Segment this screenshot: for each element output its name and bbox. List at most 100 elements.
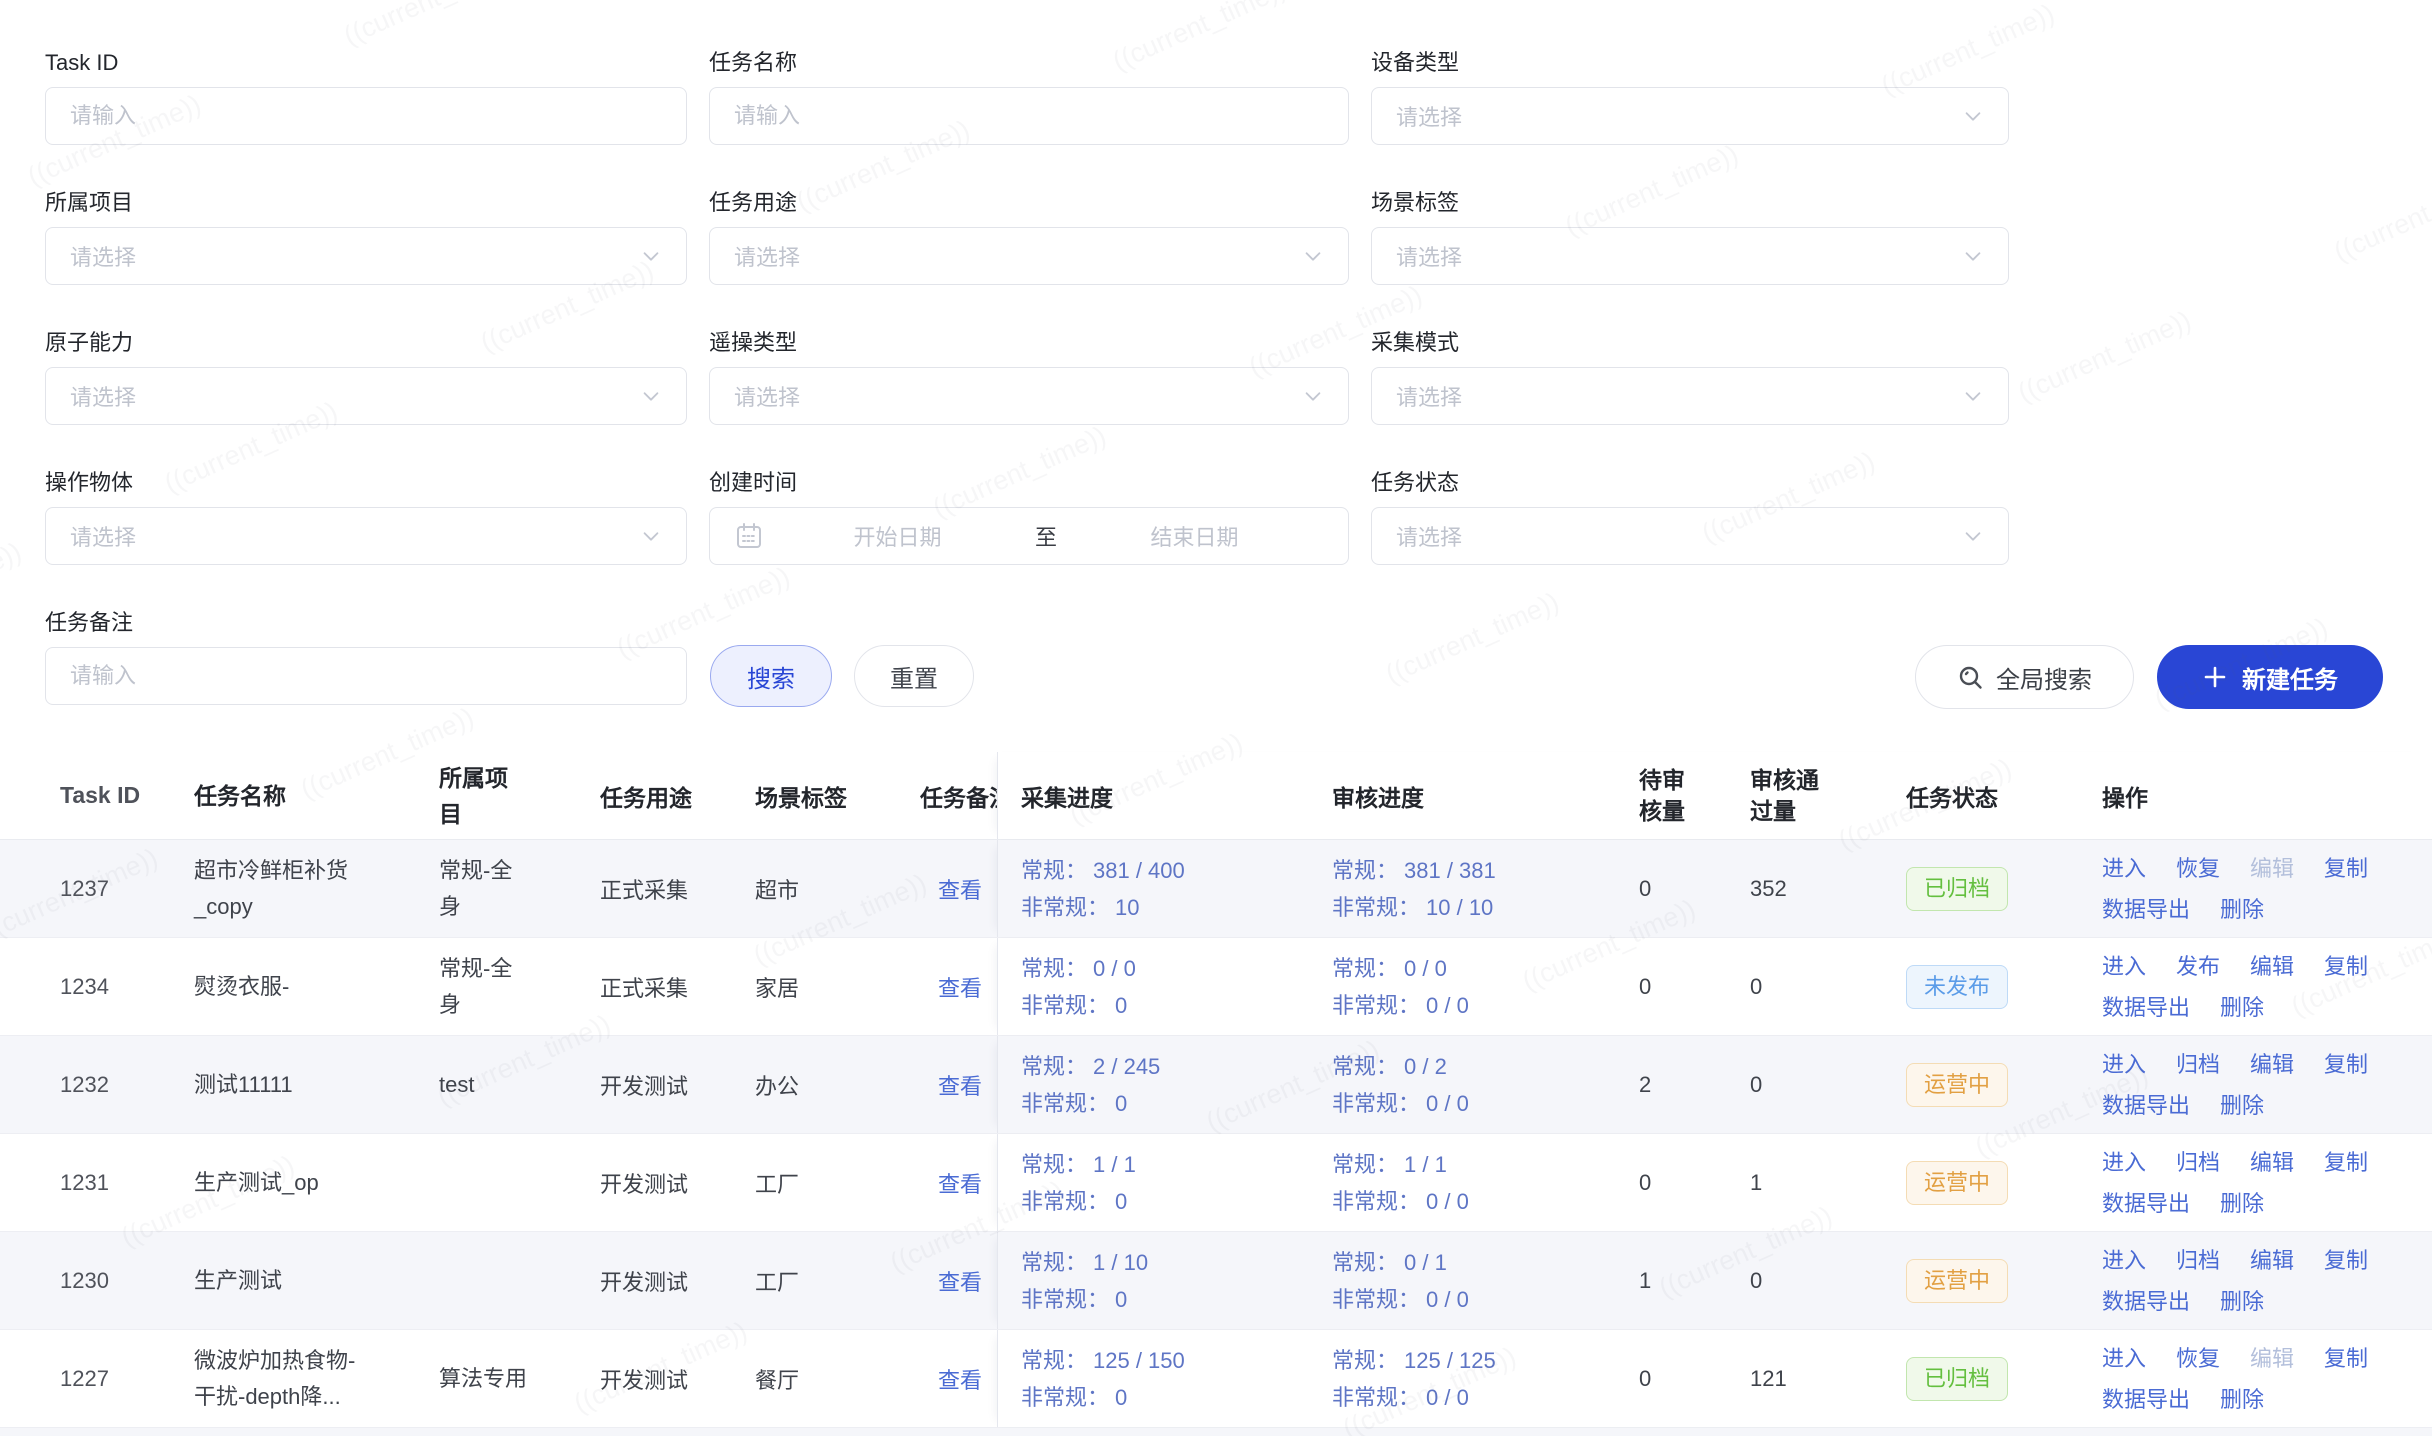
actions-cell: 进入归档编辑复制数据导出删除 <box>2102 1243 2432 1319</box>
filter-select[interactable]: 请选择 <box>1371 87 2009 145</box>
table-row: 1237 超市冷鲜柜补货_copy 常规-全身 正式采集 超市 查看 常规：38… <box>0 840 2432 938</box>
view-remark-link[interactable]: 查看 <box>938 1368 982 1393</box>
pending-count-cell: 1 <box>1639 1268 1750 1294</box>
date-separator: 至 <box>1027 520 1065 552</box>
status-cell: 运营中 <box>1846 1161 2102 1205</box>
action-link[interactable]: 复制 <box>2324 1243 2368 1278</box>
row-actions: 进入归档编辑复制数据导出删除 <box>2102 1047 2402 1123</box>
project-cell: test <box>439 1067 600 1103</box>
end-date-placeholder[interactable]: 结束日期 <box>1065 520 1324 552</box>
filter-select[interactable]: 请选择 <box>709 227 1349 285</box>
filter-select[interactable]: 请选择 <box>45 367 687 425</box>
action-link[interactable]: 编辑 <box>2250 1243 2294 1278</box>
action-link[interactable]: 数据导出 <box>2102 1088 2190 1123</box>
action-link[interactable]: 数据导出 <box>2102 990 2190 1025</box>
table-row: 1231 生产测试_op 开发测试 工厂 查看 常规：1 / 1 非常规：0 常… <box>0 1134 2432 1232</box>
start-date-placeholder[interactable]: 开始日期 <box>768 520 1027 552</box>
action-link[interactable]: 编辑 <box>2250 949 2294 984</box>
approved-count-cell: 121 <box>1750 1366 1846 1392</box>
fixed-columns-panel: 常规：2 / 245 非常规：0 常规：0 / 2 非常规：0 / 0 2 0 … <box>997 1036 2432 1133</box>
purpose-cell: 开发测试 <box>600 1167 755 1199</box>
action-link[interactable]: 进入 <box>2102 1243 2146 1278</box>
view-remark-link[interactable]: 查看 <box>938 878 982 903</box>
filter-select[interactable]: 请选择 <box>1371 227 2009 285</box>
table-row: 1232 测试11111 test 开发测试 办公 查看 常规：2 / 245 … <box>0 1036 2432 1134</box>
view-remark-link[interactable]: 查看 <box>938 1074 982 1099</box>
actions-cell: 进入恢复编辑复制数据导出删除 <box>2102 1341 2432 1417</box>
view-remark-link[interactable]: 查看 <box>938 1270 982 1295</box>
status-badge: 运营中 <box>1906 1161 2008 1205</box>
action-link[interactable]: 删除 <box>2220 892 2264 927</box>
fixed-columns-panel: 采集进度 审核进度 待审核量 审核通过量 任务状态 操作 <box>997 752 2432 839</box>
action-link[interactable]: 数据导出 <box>2102 1382 2190 1417</box>
col-status: 任务状态 <box>1846 779 2102 813</box>
filter-text-input[interactable] <box>45 647 687 705</box>
action-link[interactable]: 编辑 <box>2250 1047 2294 1082</box>
action-link[interactable]: 编辑 <box>2250 1145 2294 1180</box>
chevron-down-icon <box>640 385 662 407</box>
action-link[interactable]: 复制 <box>2324 851 2368 886</box>
task-id-cell: 1237 <box>0 876 194 902</box>
action-link[interactable]: 删除 <box>2220 1186 2264 1221</box>
review-progress-cell: 常规：381 / 381 非常规：10 / 10 <box>1332 852 1639 926</box>
action-link[interactable]: 删除 <box>2220 1088 2264 1123</box>
create-task-button[interactable]: 新建任务 <box>2157 645 2383 709</box>
filter-select[interactable]: 请选择 <box>1371 507 2009 565</box>
select-placeholder: 请选择 <box>1396 240 1962 272</box>
reset-button[interactable]: 重置 <box>854 645 974 707</box>
action-link[interactable]: 进入 <box>2102 1047 2146 1082</box>
select-placeholder: 请选择 <box>734 380 1302 412</box>
filter-select[interactable]: 请选择 <box>1371 367 2009 425</box>
task-name-cell: 测试11111 <box>194 1067 439 1103</box>
action-link[interactable]: 进入 <box>2102 1145 2146 1180</box>
action-link[interactable]: 发布 <box>2176 949 2220 984</box>
approved-count-cell: 352 <box>1750 876 1846 902</box>
filter-select[interactable]: 请选择 <box>45 227 687 285</box>
action-link[interactable]: 进入 <box>2102 1341 2146 1376</box>
filter-field: Task ID <box>45 49 687 145</box>
filter-label: 原子能力 <box>45 329 687 357</box>
date-range-picker[interactable]: 开始日期 至 结束日期 <box>709 507 1349 565</box>
action-link[interactable]: 数据导出 <box>2102 1186 2190 1221</box>
action-link[interactable]: 删除 <box>2220 1284 2264 1319</box>
action-link[interactable]: 复制 <box>2324 1047 2368 1082</box>
status-cell: 未发布 <box>1846 965 2102 1009</box>
filter-field: 任务备注 <box>45 609 687 705</box>
collection-progress-cell: 常规：1 / 10 非常规：0 <box>998 1244 1332 1318</box>
col-approved: 审核通过量 <box>1750 765 1846 827</box>
filter-select[interactable]: 请选择 <box>709 367 1349 425</box>
action-link[interactable]: 复制 <box>2324 1341 2368 1376</box>
task-id-cell: 1230 <box>0 1268 194 1294</box>
watermark-text: ((current_time)) <box>2329 164 2432 409</box>
col-project: 所属项目 <box>439 760 600 832</box>
view-remark-link[interactable]: 查看 <box>938 976 982 1001</box>
status-cell: 已归档 <box>1846 867 2102 911</box>
watermark-text: ((current_time)) <box>655 0 900 53</box>
view-remark-link[interactable]: 查看 <box>938 1172 982 1197</box>
action-link[interactable]: 删除 <box>2220 990 2264 1025</box>
action-link[interactable]: 数据导出 <box>2102 892 2190 927</box>
action-link[interactable]: 归档 <box>2176 1243 2220 1278</box>
action-link[interactable]: 恢复 <box>2176 851 2220 886</box>
search-button[interactable]: 搜索 <box>710 645 832 707</box>
col-name: 任务名称 <box>194 778 439 814</box>
action-link[interactable]: 归档 <box>2176 1145 2220 1180</box>
review-progress-cell: 常规：0 / 1 非常规：0 / 0 <box>1332 1244 1639 1318</box>
action-link[interactable]: 进入 <box>2102 949 2146 984</box>
filter-label: 任务状态 <box>1371 469 2009 497</box>
action-link[interactable]: 复制 <box>2324 949 2368 984</box>
approved-count-cell: 0 <box>1750 1268 1846 1294</box>
action-link[interactable]: 恢复 <box>2176 1341 2220 1376</box>
filter-select[interactable]: 请选择 <box>45 507 687 565</box>
action-link[interactable]: 数据导出 <box>2102 1284 2190 1319</box>
action-link[interactable]: 归档 <box>2176 1047 2220 1082</box>
action-link[interactable]: 进入 <box>2102 851 2146 886</box>
filter-field: 遥操类型 请选择 <box>709 329 1349 425</box>
action-link[interactable]: 删除 <box>2220 1382 2264 1417</box>
global-search-button[interactable]: 全局搜索 <box>1915 645 2134 709</box>
filter-text-input[interactable] <box>45 87 687 145</box>
search-icon <box>1957 664 1984 691</box>
action-link[interactable]: 复制 <box>2324 1145 2368 1180</box>
purpose-cell: 开发测试 <box>600 1265 755 1297</box>
filter-text-input[interactable] <box>709 87 1349 145</box>
